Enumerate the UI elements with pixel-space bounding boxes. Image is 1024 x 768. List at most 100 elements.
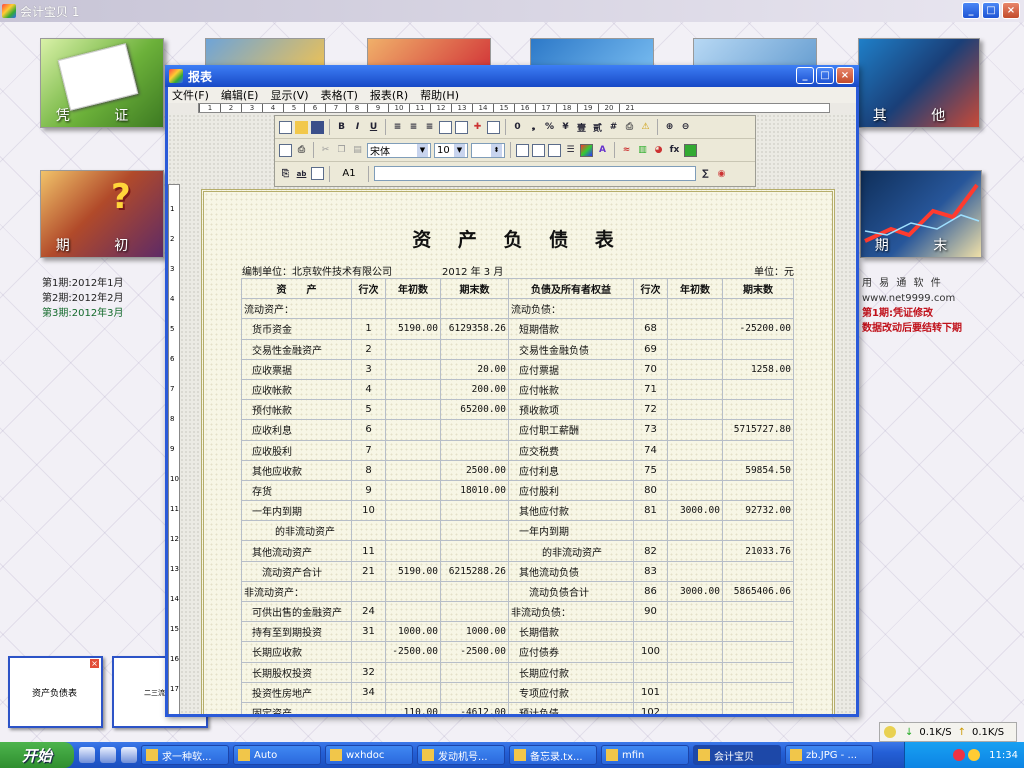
table-cell[interactable]: 4 xyxy=(351,378,386,401)
taskbar-item[interactable]: zb.JPG - ... xyxy=(785,745,873,765)
table-cell[interactable]: 预计负债 xyxy=(508,701,634,714)
cut-icon[interactable]: ✂ xyxy=(319,144,332,157)
cell-reference[interactable]: A1 xyxy=(335,168,363,179)
table-cell[interactable]: 75 xyxy=(633,459,668,481)
table-cell[interactable]: 应收帐款 xyxy=(241,378,352,401)
table-cell[interactable]: 6129358.26 xyxy=(440,318,509,340)
table-cell[interactable]: 应收票据 xyxy=(241,358,352,380)
table-cell[interactable] xyxy=(440,600,509,623)
table-cell[interactable] xyxy=(667,298,723,320)
period-begin-tile[interactable]: ? 期 初 xyxy=(40,170,164,258)
table-cell[interactable] xyxy=(351,580,386,603)
table-cell[interactable]: 专项应付款 xyxy=(508,681,634,703)
font-color-icon[interactable]: A xyxy=(596,144,609,157)
table-cell[interactable]: 70 xyxy=(633,358,668,380)
table-cell[interactable]: 32 xyxy=(351,661,386,683)
table-cell[interactable] xyxy=(440,338,509,360)
table-cell[interactable]: 8 xyxy=(351,459,386,481)
table-cell[interactable]: 长期应收款 xyxy=(241,641,352,663)
table-cell[interactable]: 59854.50 xyxy=(722,459,794,481)
table-cell[interactable] xyxy=(722,681,794,703)
table-cell[interactable]: 20.00 xyxy=(440,358,509,380)
table-cell[interactable]: 5865406.06 xyxy=(722,580,794,603)
open-folder-icon[interactable] xyxy=(295,120,308,134)
table-cell[interactable] xyxy=(667,399,723,421)
table-cell[interactable] xyxy=(385,500,441,522)
table-cell[interactable]: 11 xyxy=(351,540,386,562)
line-style-icon[interactable]: ☰ xyxy=(564,144,577,157)
table-cell[interactable] xyxy=(385,540,441,562)
period-end-tile[interactable]: 期 末 xyxy=(860,170,982,258)
table-cell[interactable] xyxy=(351,520,386,542)
table-cell[interactable] xyxy=(722,600,794,623)
function-icon[interactable]: fx xyxy=(668,144,681,157)
table-cell[interactable] xyxy=(667,681,723,703)
table-cell[interactable]: 90 xyxy=(633,600,668,623)
table-cell[interactable] xyxy=(633,621,668,643)
other-tile[interactable]: 其 他 xyxy=(858,38,980,128)
table-cell[interactable] xyxy=(667,661,723,683)
table-cell[interactable] xyxy=(440,520,509,542)
table-cell[interactable]: 1000.00 xyxy=(440,621,509,643)
menu-table[interactable]: 表格(T) xyxy=(321,87,358,103)
copy-icon[interactable]: ❐ xyxy=(335,144,348,157)
table-cell[interactable] xyxy=(385,681,441,703)
table-cell[interactable] xyxy=(667,459,723,481)
table-cell[interactable] xyxy=(667,621,723,643)
table-cell[interactable]: 其他应付款 xyxy=(508,500,634,522)
font-select[interactable]: 宋体 ▼ xyxy=(367,142,431,158)
taskbar-item[interactable]: 备忘录.tx... xyxy=(509,745,597,765)
italic-icon[interactable]: I xyxy=(351,121,364,134)
table-cell[interactable] xyxy=(633,661,668,683)
align-right-icon[interactable]: ≡ xyxy=(423,121,436,134)
table-cell[interactable]: 固定资产 xyxy=(241,701,352,714)
table-cell[interactable]: 102 xyxy=(633,701,668,714)
table-cell[interactable]: 5 xyxy=(351,399,386,421)
table-cell[interactable] xyxy=(440,500,509,522)
table-cell[interactable]: 5190.00 xyxy=(385,560,441,582)
table-cell[interactable]: 65200.00 xyxy=(440,399,509,421)
table-cell[interactable]: 流动负债： xyxy=(508,298,634,320)
table-cell[interactable]: 5190.00 xyxy=(385,318,441,340)
table-cell[interactable] xyxy=(722,439,794,461)
table-cell[interactable] xyxy=(385,399,441,421)
table-cell[interactable] xyxy=(667,520,723,542)
period-item-2[interactable]: 第2期:2012年2月 xyxy=(42,291,124,306)
zoom-in-icon[interactable]: ⊕ xyxy=(663,121,676,134)
table-cell[interactable] xyxy=(667,641,723,663)
table-cell[interactable]: 一年内到期 xyxy=(241,500,352,522)
table-cell[interactable]: 100 xyxy=(633,641,668,663)
table-cell[interactable]: 应付职工薪酬 xyxy=(508,419,634,441)
table-cell[interactable]: 18010.00 xyxy=(440,479,509,502)
report-minimize-button[interactable]: _ xyxy=(796,67,814,84)
table-cell[interactable] xyxy=(385,661,441,683)
table-cell[interactable] xyxy=(385,338,441,360)
pie-chart-icon[interactable]: ◕ xyxy=(652,144,665,157)
app-minimize-button[interactable]: _ xyxy=(962,2,980,19)
table-cell[interactable]: 应收利息 xyxy=(241,419,352,441)
table-cell[interactable]: 24 xyxy=(351,600,386,623)
report-close-button[interactable]: × xyxy=(836,67,854,84)
table-cell[interactable]: 其他应收款 xyxy=(241,459,352,481)
yen-icon[interactable]: ¥ xyxy=(559,121,572,134)
menu-help[interactable]: 帮助(H) xyxy=(420,87,459,103)
table-cell[interactable] xyxy=(440,439,509,461)
table-cell[interactable]: 预付帐款 xyxy=(241,399,352,421)
table-cell[interactable] xyxy=(385,520,441,542)
table-cell[interactable]: 持有至到期投资 xyxy=(241,621,352,643)
table-cell[interactable] xyxy=(667,600,723,623)
table-cell[interactable]: 10 xyxy=(351,500,386,522)
table-cell[interactable] xyxy=(667,318,723,340)
font-dropdown-icon[interactable]: ▼ xyxy=(417,143,428,157)
table-cell[interactable] xyxy=(351,641,386,663)
table-cell[interactable] xyxy=(722,338,794,360)
thumbnail-close-icon[interactable]: × xyxy=(90,659,99,668)
table-cell[interactable]: 流动资产合计 xyxy=(241,560,352,582)
grid-icon[interactable] xyxy=(439,120,452,134)
table-icon[interactable] xyxy=(311,167,324,180)
menu-view[interactable]: 显示(V) xyxy=(270,87,308,103)
table-cell[interactable] xyxy=(722,479,794,502)
border-all-icon[interactable] xyxy=(516,143,529,157)
table-cell[interactable]: 流动资产： xyxy=(241,298,352,320)
table-cell[interactable]: 81 xyxy=(633,500,668,522)
